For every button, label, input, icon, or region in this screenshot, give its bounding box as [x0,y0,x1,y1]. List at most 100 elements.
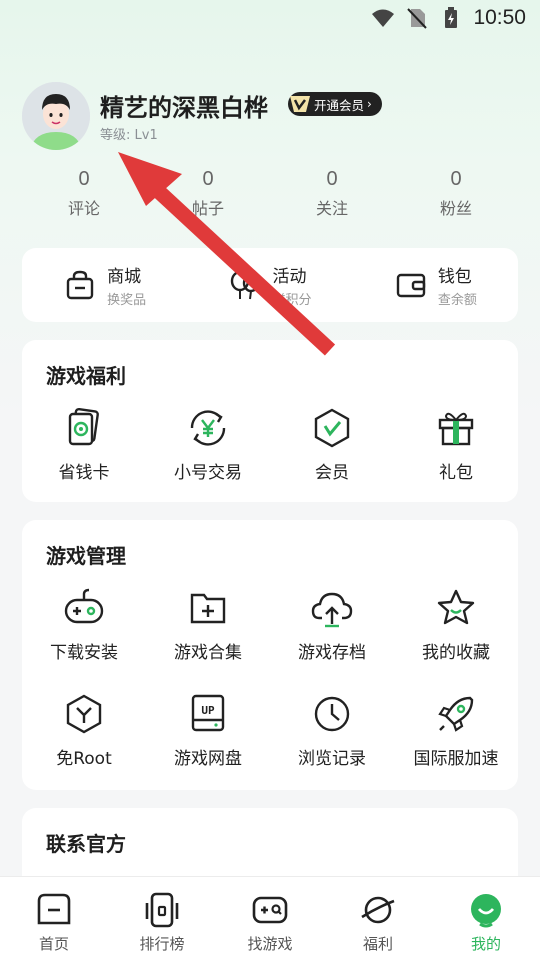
shop-item-title: 商城 [107,267,142,287]
manage-label: 浏览记录 [298,749,366,769]
manage-label: 我的收藏 [422,643,490,663]
shop-item-subtitle: 查余额 [437,293,477,308]
section-title: 游戏福利 [46,364,126,388]
vip-badge-label: 开通会员 [314,97,365,113]
vip-mark-icon [290,96,310,112]
balloon-icon [231,270,260,300]
manage-item-accelerator[interactable]: 国际服加速 [394,692,518,769]
stat-label: 帖子 [191,199,224,218]
no-sim-icon [407,8,428,29]
planet-icon [361,896,395,924]
game-benefits-card: 游戏福利 省钱卡 小号交易 会员 礼包 [22,340,518,502]
manage-item-download[interactable]: 下载安装 [22,586,146,663]
chevron-right-icon: › [367,97,372,111]
wifi-icon [372,9,395,27]
bag-icon [66,270,94,300]
status-bar: 10:50 [0,0,540,36]
benefit-label: 小号交易 [174,463,242,483]
manage-item-save[interactable]: 游戏存档 [270,586,394,663]
management-grid-row-1: 下载安装 游戏合集 游戏存档 我的收藏 [22,586,518,663]
stat-fans[interactable]: 0 粉丝 [394,168,518,224]
stat-label: 评论 [67,199,100,218]
vip-shield-icon [314,408,350,448]
manage-item-no-root[interactable]: 免Root [22,692,146,769]
manage-item-collection[interactable]: 游戏合集 [146,586,270,663]
section-title: 游戏管理 [46,544,126,568]
stat-comments[interactable]: 0 评论 [22,168,146,224]
shop-item-title: 钱包 [437,267,472,287]
benefits-grid: 省钱卡 小号交易 会员 礼包 [22,406,518,483]
management-grid-row-2: 免Root UP 游戏网盘 浏览记录 国际服加速 [22,692,518,769]
benefit-item-gift[interactable]: 礼包 [394,406,518,483]
shop-item-activity[interactable]: 活动 赚积分 [187,262,352,308]
benefit-item-account-trade[interactable]: 小号交易 [146,406,270,483]
section-title: 联系官方 [46,832,126,856]
benefit-label: 会员 [315,463,349,483]
nav-label: 排行榜 [139,935,185,953]
manage-label: 游戏网盘 [174,749,242,769]
svg-text:UP: UP [201,704,215,717]
home-icon [37,893,71,925]
stat-label: 关注 [315,199,348,218]
stat-posts[interactable]: 0 帖子 [146,168,270,224]
benefit-item-saving-card[interactable]: 省钱卡 [22,406,146,483]
gamepad-icon [64,588,104,624]
manage-label: 游戏合集 [174,643,242,663]
manage-item-history[interactable]: 浏览记录 [270,692,394,769]
manage-item-cloud-drive[interactable]: UP 游戏网盘 [146,692,270,769]
stat-value: 0 [78,168,90,190]
up-drive-icon: UP [191,694,225,732]
benefit-label: 省钱卡 [58,463,110,483]
bottom-nav: 首页 排行榜 找游戏 福利 我的 [0,876,540,960]
nav-mine[interactable]: 我的 [432,877,540,960]
stat-following[interactable]: 0 关注 [270,168,394,224]
manage-label: 国际服加速 [413,749,499,769]
game-management-card: 游戏管理 下载安装 游戏合集 游戏存档 我的收藏 免Root UP 游戏网盘 浏… [22,520,518,790]
hexagon-y-icon [66,694,102,734]
manage-label: 游戏存档 [298,643,366,663]
shop-item-title: 活动 [272,267,307,287]
username: 精艺的深黑白桦 [100,94,268,122]
stat-value: 0 [450,168,462,190]
nav-label: 找游戏 [247,935,293,953]
shop-item-subtitle: 赚积分 [272,293,312,308]
manage-label: 下载安装 [50,643,118,663]
shop-card: 商城 换奖品 活动 赚积分 钱包 查余额 [22,248,518,322]
manage-item-favorites[interactable]: 我的收藏 [394,586,518,663]
manage-label: 免Root [56,749,112,769]
nav-benefits[interactable]: 福利 [324,877,432,960]
card-icon [68,407,99,446]
folder-plus-icon [190,593,226,624]
stat-label: 粉丝 [439,199,472,218]
nav-label: 我的 [470,935,501,953]
open-vip-button[interactable]: 开通会员 › [288,92,382,116]
gift-icon [438,412,474,446]
cloud-upload-icon [311,592,353,628]
nav-label: 首页 [38,935,69,953]
nav-find-game[interactable]: 找游戏 [216,877,324,960]
stat-value: 0 [202,168,214,190]
shop-item-subtitle: 换奖品 [107,293,147,308]
user-level: 等级: Lv1 [100,128,158,143]
stats-row: 0 评论 0 帖子 0 关注 0 粉丝 [22,168,518,224]
rocket-icon [438,696,474,732]
avatar[interactable] [22,82,90,150]
nav-ranking[interactable]: 排行榜 [108,877,216,960]
clock-icon [314,696,350,732]
benefit-item-vip[interactable]: 会员 [270,406,394,483]
benefit-label: 礼包 [439,463,473,483]
nav-label: 福利 [362,935,393,953]
nav-home[interactable]: 首页 [0,877,108,960]
clock-time: 10:50 [473,6,526,29]
yen-exchange-icon [190,410,226,446]
find-game-icon [252,896,288,924]
star-icon [437,589,475,625]
stat-value: 0 [326,168,338,190]
shop-item-wallet[interactable]: 钱包 查余额 [353,262,518,308]
shop-item-mall[interactable]: 商城 换奖品 [22,262,187,308]
wallet-icon [396,273,426,298]
battery-charging-icon [445,7,458,28]
profile-face-icon [471,894,501,928]
ranking-icon [145,892,179,928]
profile-header[interactable]: 精艺的深黑白桦 开通会员 › 等级: Lv1 [22,82,518,152]
